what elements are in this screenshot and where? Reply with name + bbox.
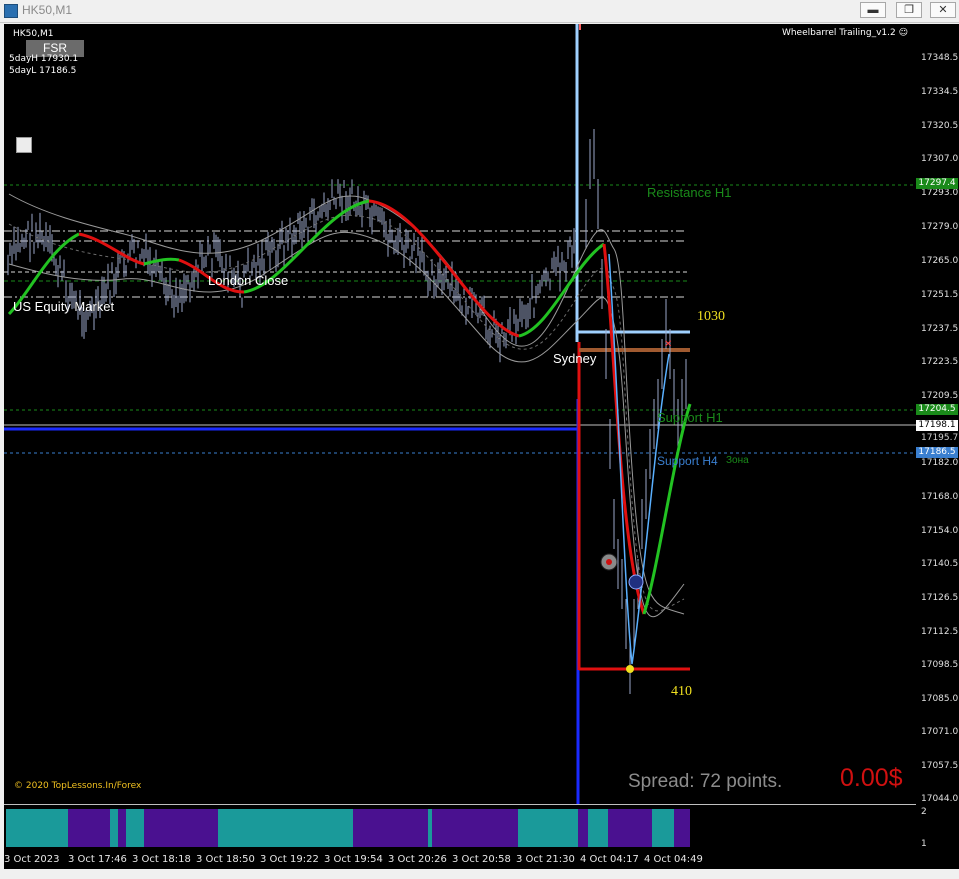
chart-window-icon bbox=[4, 4, 18, 18]
price-tick-label: 17334.5 bbox=[921, 87, 959, 97]
label-zone: Зона bbox=[726, 455, 749, 466]
histogram-block bbox=[674, 809, 690, 847]
histogram-block bbox=[502, 809, 518, 847]
label-us-equity: US Equity Market bbox=[13, 299, 115, 314]
price-tick-label: 17348.5 bbox=[921, 53, 959, 63]
trend-ma-up bbox=[642, 403, 692, 615]
price-tick-label: 17168.0 bbox=[921, 492, 959, 502]
price-tick-label: 17237.5 bbox=[921, 324, 959, 334]
minimize-button[interactable]: ▬ bbox=[860, 2, 886, 18]
price-tick-label: 17057.5 bbox=[921, 761, 959, 771]
histogram-block bbox=[68, 809, 110, 847]
range-bottom-value: 410 bbox=[671, 684, 692, 699]
label-support-h1: Support H1 bbox=[657, 410, 723, 425]
price-tick-label: 17265.0 bbox=[921, 256, 959, 266]
price-tick-label: 17112.5 bbox=[921, 627, 959, 637]
price-tick-label: 17279.0 bbox=[921, 222, 959, 232]
time-tick-label: 4 Oct 04:49 bbox=[644, 854, 703, 865]
time-tick-label: 3 Oct 19:22 bbox=[260, 854, 319, 865]
price-tick-label: 17251.5 bbox=[921, 290, 959, 300]
five-day-high: 5dayH 17930.1 bbox=[9, 54, 79, 64]
range-top-value: 1030 bbox=[697, 309, 725, 324]
sub-indicator-panel bbox=[6, 809, 690, 847]
price-tick-label: 17209.5 bbox=[921, 391, 959, 401]
price-tick-label: 17307.0 bbox=[921, 154, 959, 164]
price-axis[interactable]: 17348.5 17334.5 17320.5 17307.0 17293.0 17279… bbox=[916, 24, 959, 852]
expert-name: Wheelbarrel Trailing_v1.2 bbox=[781, 28, 896, 38]
profit-text: 0.00$ bbox=[840, 764, 903, 792]
histogram-block bbox=[110, 809, 118, 847]
time-tick-label: 3 Oct 20:58 bbox=[452, 854, 511, 865]
buy-marker-icon[interactable] bbox=[628, 574, 644, 590]
histogram-block bbox=[158, 809, 218, 847]
sub-scale-bottom: 1 bbox=[921, 839, 927, 849]
histogram-block bbox=[608, 809, 652, 847]
resistance-price-tag: 17297.4 bbox=[916, 178, 958, 189]
toggle-checkbox[interactable] bbox=[16, 137, 32, 153]
sell-marker-dot bbox=[606, 559, 612, 565]
expert-advisor-label[interactable]: Wheelbarrel Trailing_v1.2 ☺ bbox=[782, 28, 908, 38]
price-chart[interactable]: ✕ HK50,M1 FSR 5dayH 17930.1 5dayL 17186.… bbox=[4, 24, 916, 852]
histogram-block bbox=[218, 809, 303, 847]
time-tick-label: 3 Oct 19:54 bbox=[324, 854, 383, 865]
envelope-upper bbox=[8, 193, 685, 615]
time-tick-label: 3 Oct 2023 bbox=[4, 854, 60, 865]
histogram-block bbox=[578, 809, 588, 847]
price-tick-label: 17154.0 bbox=[921, 526, 959, 536]
window-titlebar: HK50,M1 ▬ ❐ ✕ bbox=[0, 0, 959, 23]
histogram-block bbox=[144, 809, 158, 847]
price-tick-label: 17223.5 bbox=[921, 357, 959, 367]
label-sydney: Sydney bbox=[553, 351, 597, 366]
price-bars bbox=[7, 129, 687, 694]
histogram-block bbox=[126, 809, 144, 847]
envelope-mid bbox=[8, 214, 685, 612]
histogram-block bbox=[518, 809, 578, 847]
time-tick-label: 4 Oct 04:17 bbox=[580, 854, 639, 865]
smiley-icon: ☺ bbox=[898, 28, 908, 38]
time-tick-label: 3 Oct 18:50 bbox=[196, 854, 255, 865]
price-tick-label: 17182.0 bbox=[921, 458, 959, 468]
time-axis[interactable]: 3 Oct 2023 3 Oct 17:46 3 Oct 18:18 3 Oct 18… bbox=[4, 852, 959, 869]
panel-divider bbox=[4, 804, 916, 805]
support-h4-price-tag: 17186.5 bbox=[916, 447, 958, 458]
time-tick-label: 3 Oct 17:46 bbox=[68, 854, 127, 865]
close-button[interactable]: ✕ bbox=[930, 2, 956, 18]
label-support-h4: Support H4 bbox=[657, 454, 718, 468]
low-marker-icon bbox=[626, 665, 634, 673]
support-price-tag: 17204.5 bbox=[916, 404, 958, 415]
time-tick-label: 3 Oct 20:26 bbox=[388, 854, 447, 865]
label-london-close: London Close bbox=[208, 273, 289, 288]
price-tick-label: 17140.5 bbox=[921, 559, 959, 569]
price-tick-label: 17320.5 bbox=[921, 121, 959, 131]
arrow-marker: ✕ bbox=[664, 339, 672, 350]
five-day-low: 5dayL 17186.5 bbox=[9, 66, 77, 76]
copyright-text: © 2020 TopLessons.In/Forex bbox=[14, 781, 142, 791]
histogram-block bbox=[303, 809, 353, 847]
histogram-block bbox=[353, 809, 428, 847]
spread-text: Spread: 72 points. bbox=[628, 771, 783, 792]
histogram-block bbox=[652, 809, 674, 847]
histogram-block bbox=[6, 809, 68, 847]
chart-canvas: ✕ bbox=[4, 24, 916, 804]
price-tick-label: 17085.0 bbox=[921, 694, 959, 704]
price-tick-label: 17126.5 bbox=[921, 593, 959, 603]
restore-button[interactable]: ❐ bbox=[896, 2, 922, 18]
price-tick-label: 17098.5 bbox=[921, 660, 959, 670]
histogram-block bbox=[588, 809, 608, 847]
label-resistance-h1: Resistance H1 bbox=[647, 185, 732, 200]
price-tick-label: 17071.0 bbox=[921, 727, 959, 737]
window-title: HK50,M1 bbox=[22, 3, 73, 17]
time-tick-label: 3 Oct 21:30 bbox=[516, 854, 575, 865]
histogram-block bbox=[432, 809, 502, 847]
histogram-block bbox=[118, 809, 126, 847]
sub-scale-top: 2 bbox=[921, 807, 927, 817]
current-price-under: 17195.7 bbox=[921, 433, 959, 443]
current-price-tag: 17198.1 bbox=[916, 420, 958, 431]
time-tick-label: 3 Oct 18:18 bbox=[132, 854, 191, 865]
price-tick-label: 17044.0 bbox=[921, 794, 959, 804]
symbol-label: HK50,M1 bbox=[13, 29, 54, 39]
price-tick-label: 17293.0 bbox=[921, 188, 959, 198]
